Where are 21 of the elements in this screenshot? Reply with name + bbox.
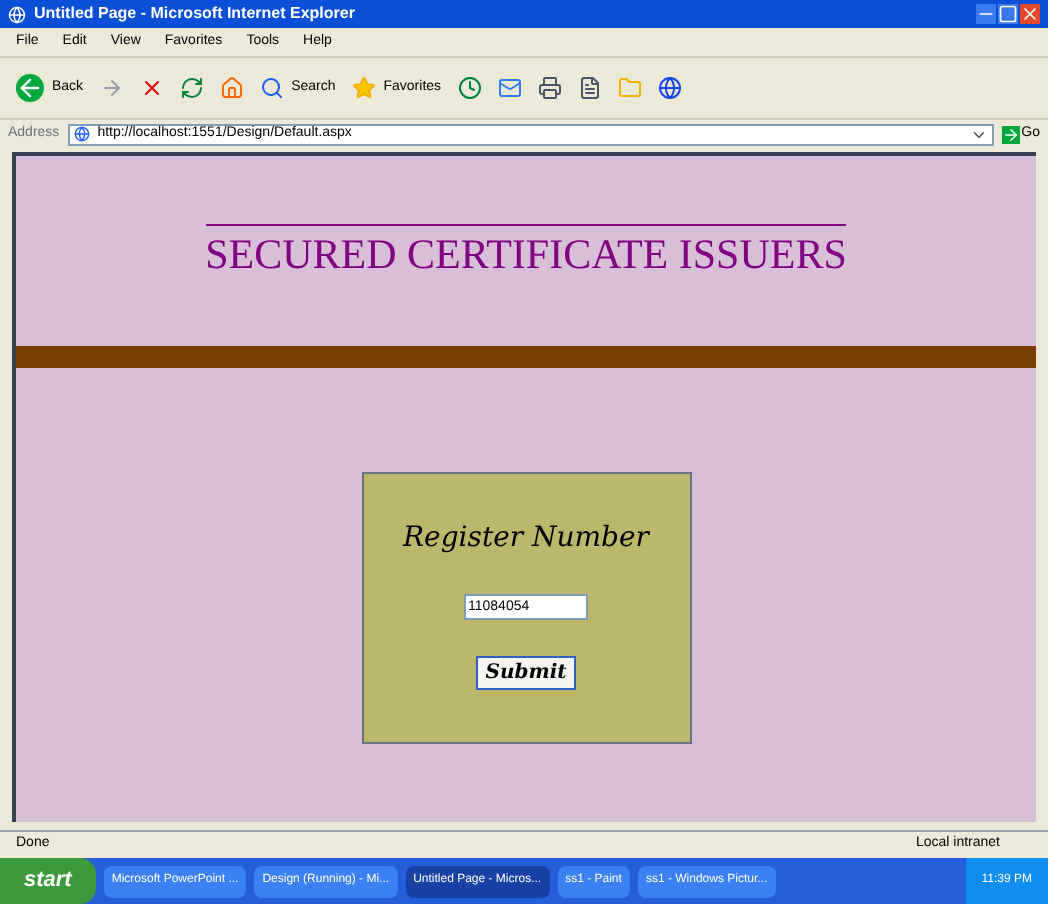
maximize-icon[interactable]	[998, 4, 1018, 24]
history-icon[interactable]	[457, 76, 482, 100]
form-label: Register Number	[403, 520, 649, 558]
browser-icon	[8, 5, 26, 23]
page-heading: SECURED CERTIFICATE ISSUERS	[205, 224, 847, 282]
page-icon	[73, 126, 90, 142]
forward-icon[interactable]	[99, 76, 124, 100]
globe-icon[interactable]	[657, 76, 682, 100]
submit-button[interactable]: Submit	[475, 656, 577, 690]
edit-icon[interactable]	[577, 76, 602, 100]
star-icon	[351, 76, 376, 100]
home-icon[interactable]	[219, 76, 244, 100]
window-title: Untitled Page - Microsoft Internet Explorer	[34, 2, 355, 26]
minimize-icon[interactable]	[976, 4, 996, 24]
search-icon	[259, 76, 284, 100]
close-icon[interactable]	[1020, 4, 1040, 24]
refresh-icon[interactable]	[179, 76, 204, 100]
start-button[interactable]: start	[0, 858, 96, 904]
stop-icon[interactable]	[139, 76, 164, 100]
mail-icon[interactable]	[497, 76, 522, 100]
print-icon[interactable]	[537, 76, 562, 100]
